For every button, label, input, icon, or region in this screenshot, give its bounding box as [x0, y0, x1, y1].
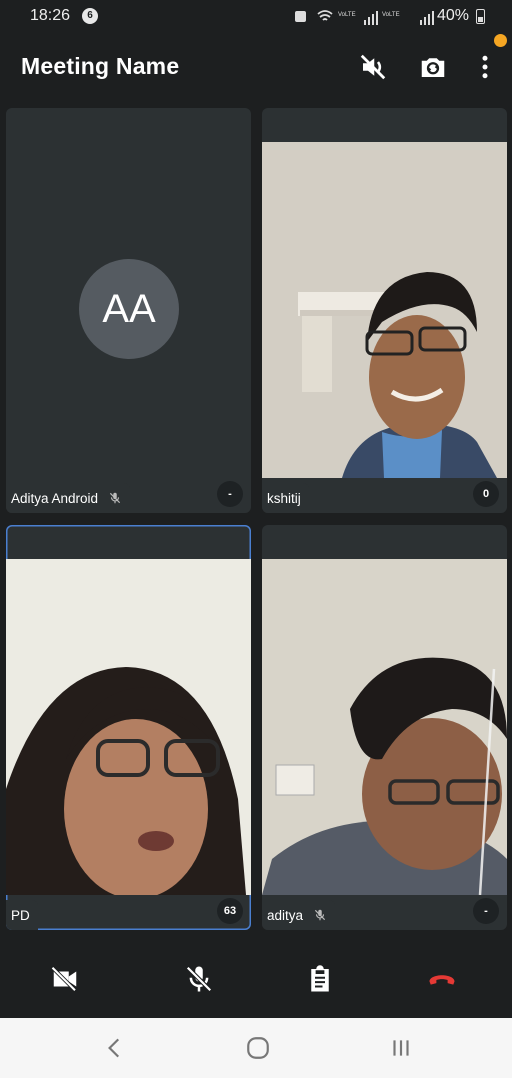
- more-options-icon[interactable]: [470, 52, 500, 82]
- mic-off-icon[interactable]: [184, 964, 214, 994]
- svg-text:VoLTE: VoLTE: [382, 12, 400, 18]
- status-time: 18:26: [30, 7, 71, 24]
- mic-off-icon: [314, 909, 326, 921]
- participant-name: kshitij: [267, 490, 301, 506]
- end-call-icon[interactable]: [427, 964, 457, 994]
- participant-tile-kshitij[interactable]: kshitij 0: [262, 108, 507, 513]
- svg-text:VoLTE: VoLTE: [338, 12, 356, 18]
- participant-badge: 0: [473, 481, 499, 507]
- meeting-title: Meeting Name: [21, 53, 180, 79]
- participant-name-chip: PD: [6, 900, 38, 930]
- participant-video: [6, 559, 251, 895]
- participant-name: Aditya Android: [11, 490, 99, 506]
- participant-tile-aditya-android[interactable]: AA Aditya Android -: [6, 108, 251, 513]
- participant-name-chip: aditya: [262, 900, 336, 930]
- home-icon[interactable]: [245, 1035, 271, 1061]
- back-icon[interactable]: [102, 1035, 128, 1061]
- participant-badge: -: [217, 481, 243, 507]
- call-controls: [0, 944, 512, 1014]
- flip-camera-icon[interactable]: [418, 52, 448, 82]
- recent-apps-icon[interactable]: [388, 1035, 414, 1061]
- speaker-mute-icon[interactable]: [358, 52, 388, 82]
- battery-icon: [476, 9, 485, 24]
- avatar: AA: [79, 259, 179, 359]
- participant-badge: 63: [217, 898, 243, 924]
- participant-tile-pd[interactable]: PD 63: [6, 525, 251, 930]
- participant-badge: -: [473, 898, 499, 924]
- participant-name: PD: [11, 907, 30, 923]
- status-icons: VoLTE VoLTE: [295, 10, 434, 25]
- status-bar: 18:26 6 VoLTE VoLTE 40%: [0, 0, 512, 34]
- system-navigation-bar: [0, 1018, 512, 1078]
- app-bar: Meeting Name: [0, 34, 512, 100]
- clipboard-icon[interactable]: [305, 964, 335, 994]
- participant-name: aditya: [267, 907, 304, 923]
- participant-video: [262, 559, 507, 895]
- notification-count-badge: 6: [82, 8, 98, 24]
- participant-name-chip: kshitij: [262, 483, 309, 513]
- battery-percent: 40%: [437, 7, 470, 24]
- mic-off-icon: [109, 492, 121, 504]
- participant-tile-aditya[interactable]: aditya -: [262, 525, 507, 930]
- camera-off-icon[interactable]: [50, 964, 80, 994]
- participant-name-chip: Aditya Android: [6, 483, 131, 513]
- participant-video: [262, 142, 507, 478]
